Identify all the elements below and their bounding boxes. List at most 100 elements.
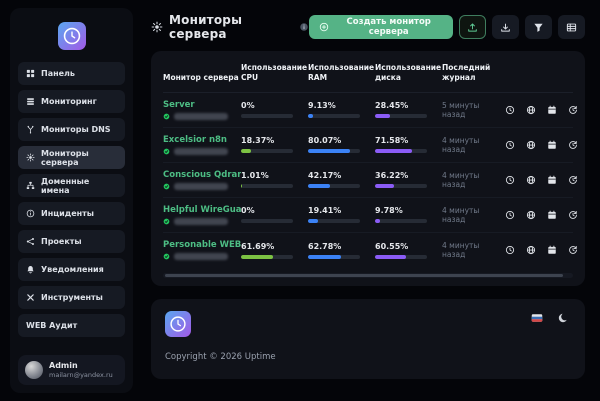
globe-button[interactable] bbox=[521, 135, 540, 154]
horizontal-scrollbar-track bbox=[163, 273, 573, 278]
app-root: Панель Мониторинг Мониторы DNS Мониторы сер… bbox=[0, 0, 600, 401]
sidebar-item-7[interactable]: Уведомления bbox=[18, 258, 125, 281]
history-icon bbox=[568, 140, 578, 150]
flag-button[interactable] bbox=[529, 311, 545, 325]
table-row-2: Conscious Qdrant1.01%42.17%36.22%4 минут… bbox=[163, 163, 573, 198]
footer: Copyright © 2026 Uptime bbox=[151, 299, 585, 379]
globe-button[interactable] bbox=[521, 205, 540, 224]
ram-usage-cell: 62.78% bbox=[308, 242, 375, 259]
row-actions bbox=[500, 100, 582, 119]
clock-button[interactable] bbox=[500, 135, 519, 154]
globe-icon bbox=[526, 105, 536, 115]
monitor-name-link[interactable]: Excelsior n8n bbox=[163, 135, 241, 145]
app-logo-icon[interactable] bbox=[58, 22, 86, 50]
history-button[interactable] bbox=[563, 100, 582, 119]
horizontal-scrollbar-thumb[interactable] bbox=[165, 274, 563, 277]
filter-button[interactable] bbox=[525, 15, 552, 39]
upload-icon bbox=[467, 22, 478, 33]
clock-button[interactable] bbox=[500, 100, 519, 119]
clock-icon bbox=[505, 175, 515, 185]
table-icon bbox=[566, 22, 577, 33]
info-icon[interactable] bbox=[299, 22, 309, 32]
disk-usage-value: 60.55% bbox=[375, 242, 432, 251]
monitor-cell: Conscious Qdrant bbox=[163, 170, 241, 190]
sidebar-item-0[interactable]: Панель bbox=[18, 62, 125, 85]
footer-logo-icon bbox=[165, 311, 191, 337]
sidebar-item-5[interactable]: Инциденты bbox=[18, 202, 125, 225]
sidebar-item-9[interactable]: WEB Аудит bbox=[18, 314, 125, 337]
ram-usage-bar bbox=[308, 184, 360, 188]
ram-usage-cell: 42.17% bbox=[308, 171, 375, 188]
history-button[interactable] bbox=[563, 241, 582, 260]
ram-usage-value: 80.07% bbox=[308, 136, 365, 145]
calendar-icon bbox=[547, 140, 557, 150]
cpu-usage-value: 18.37% bbox=[241, 136, 298, 145]
table-body: Server0%9.13%28.45%5 минуты назадExcelsi… bbox=[163, 93, 573, 268]
ram-usage-bar bbox=[308, 149, 360, 153]
download-button[interactable] bbox=[492, 15, 519, 39]
column-header-2: Использование RAM bbox=[308, 63, 375, 83]
ram-usage-cell: 9.13% bbox=[308, 101, 375, 118]
monitor-status bbox=[163, 113, 241, 120]
row-actions bbox=[500, 170, 582, 189]
sidebar-item-2[interactable]: Мониторы DNS bbox=[18, 118, 125, 141]
monitor-name-link[interactable]: Conscious Qdrant bbox=[163, 170, 241, 180]
footer-actions bbox=[529, 311, 571, 325]
monitor-name-link[interactable]: Personable WEB bbox=[163, 240, 241, 250]
sidebar-item-label: Уведомления bbox=[41, 265, 104, 274]
dns-icon bbox=[26, 125, 35, 134]
calendar-button[interactable] bbox=[542, 205, 561, 224]
clock-button[interactable] bbox=[500, 241, 519, 260]
sidebar-item-label: Инциденты bbox=[41, 209, 94, 218]
moon-button[interactable] bbox=[555, 311, 571, 325]
clock-button[interactable] bbox=[500, 170, 519, 189]
calendar-button[interactable] bbox=[542, 100, 561, 119]
monitor-name-link[interactable]: Helpful WireGuard bbox=[163, 205, 241, 215]
monitor-name-link[interactable]: Server bbox=[163, 100, 241, 110]
gear-icon bbox=[26, 153, 35, 162]
sidebar-item-label: Мониторы DNS bbox=[41, 125, 111, 134]
sidebar: Панель Мониторинг Мониторы DNS Мониторы сер… bbox=[10, 8, 133, 393]
history-button[interactable] bbox=[563, 170, 582, 189]
sidebar-item-8[interactable]: Инструменты bbox=[18, 286, 125, 309]
sidebar-item-1[interactable]: Мониторинг bbox=[18, 90, 125, 113]
sidebar-item-label: Мониторы сервера bbox=[41, 149, 117, 167]
share-icon bbox=[26, 237, 35, 246]
sidebar-item-3[interactable]: Мониторы сервера bbox=[18, 146, 125, 169]
ram-usage-cell: 19.41% bbox=[308, 206, 375, 223]
cpu-usage-value: 1.01% bbox=[241, 171, 298, 180]
globe-button[interactable] bbox=[521, 100, 540, 119]
create-server-monitor-button[interactable]: Создать монитор сервера bbox=[309, 15, 453, 39]
disk-usage-cell: 60.55% bbox=[375, 242, 442, 259]
calendar-button[interactable] bbox=[542, 135, 561, 154]
page-title: Мониторы сервера bbox=[169, 13, 293, 41]
calendar-button[interactable] bbox=[542, 241, 561, 260]
clock-button[interactable] bbox=[500, 205, 519, 224]
globe-button[interactable] bbox=[521, 170, 540, 189]
table-row-1: Excelsior n8n18.37%80.07%71.58%4 минуты … bbox=[163, 128, 573, 163]
disk-usage-bar bbox=[375, 149, 427, 153]
copyright-text: Copyright © 2026 Uptime bbox=[165, 352, 571, 362]
monitor-url-redacted bbox=[174, 113, 228, 120]
monitor-cell: Helpful WireGuard bbox=[163, 205, 241, 225]
last-log-time: 4 минуты назад bbox=[442, 241, 500, 259]
check-circle-icon bbox=[163, 113, 170, 120]
last-log-time: 4 минуты назад bbox=[442, 136, 500, 154]
column-header-3: Использование диска bbox=[375, 63, 442, 83]
last-log-time: 5 минуты назад bbox=[442, 101, 500, 119]
upload-button[interactable] bbox=[459, 15, 486, 39]
table-button[interactable] bbox=[558, 15, 585, 39]
table-row-4: Personable WEB61.69%62.78%60.55%4 минуты… bbox=[163, 233, 573, 268]
avatar bbox=[25, 361, 43, 379]
history-button[interactable] bbox=[563, 135, 582, 154]
disk-usage-bar bbox=[375, 114, 427, 118]
user-card[interactable]: Admin mailarn@yandex.ru bbox=[18, 355, 125, 385]
sidebar-item-4[interactable]: Доменные имена bbox=[18, 174, 125, 197]
globe-button[interactable] bbox=[521, 241, 540, 260]
plus-circle-icon bbox=[319, 22, 329, 32]
calendar-button[interactable] bbox=[542, 170, 561, 189]
disk-usage-value: 28.45% bbox=[375, 101, 432, 110]
sidebar-item-6[interactable]: Проекты bbox=[18, 230, 125, 253]
page-header: Мониторы сервера Создать монитор сервера bbox=[151, 13, 585, 41]
history-button[interactable] bbox=[563, 205, 582, 224]
